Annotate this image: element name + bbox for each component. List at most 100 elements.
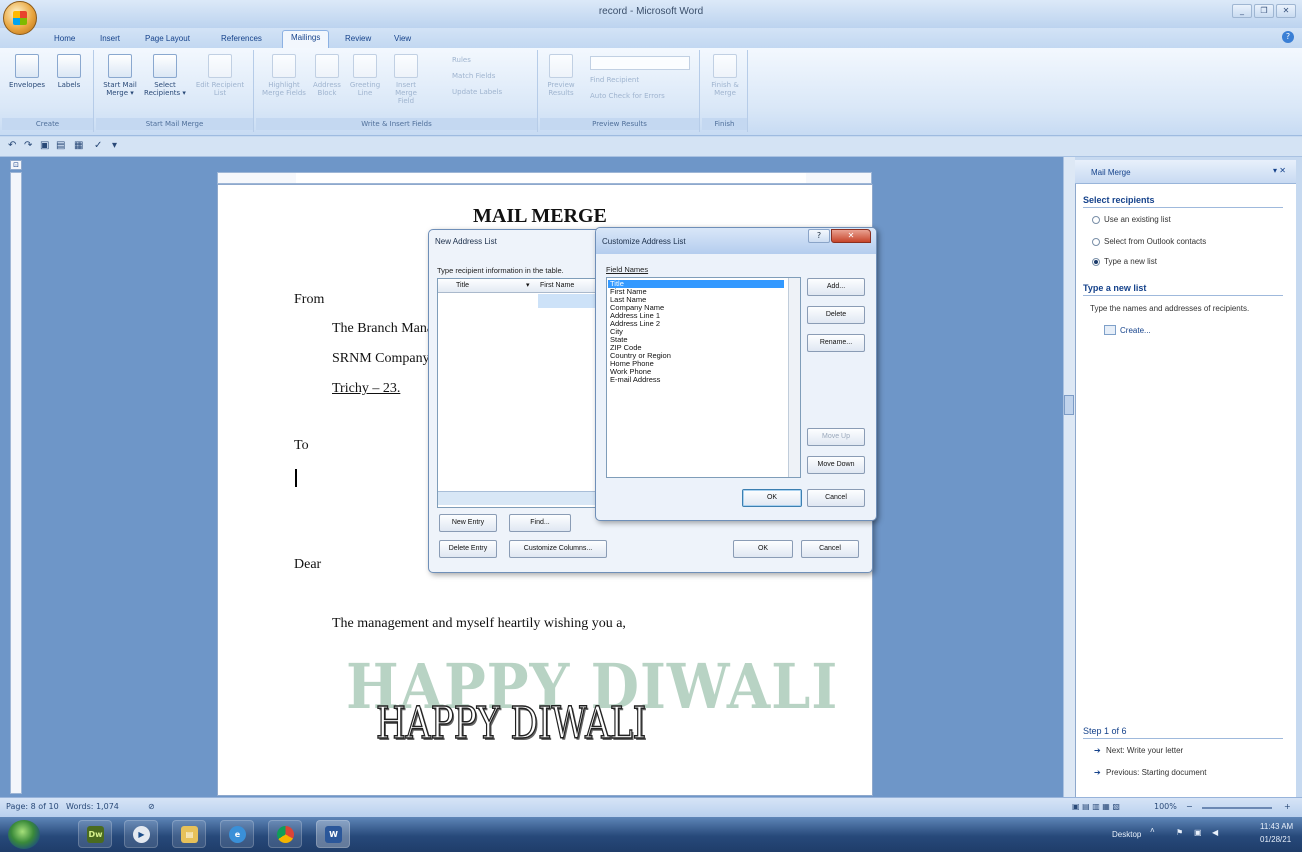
option-existing-list[interactable]: Use an existing list xyxy=(1104,215,1171,224)
document-scrollbar[interactable] xyxy=(1063,157,1075,797)
match-fields-button[interactable]: Match Fields xyxy=(452,72,495,80)
start-button[interactable] xyxy=(8,820,40,849)
task-pane-menu-icon[interactable]: ▾ ✕ xyxy=(1273,166,1286,175)
spelling-icon[interactable]: ✓ xyxy=(94,140,102,151)
update-labels-button[interactable]: Update Labels xyxy=(452,88,502,96)
greeting-line-button[interactable]: Greeting Line xyxy=(348,54,382,97)
table-hscrollbar[interactable] xyxy=(438,491,606,505)
volume-icon[interactable]: ◀ xyxy=(1212,828,1218,837)
undo-icon[interactable]: ↶ xyxy=(8,140,16,151)
move-down-button[interactable]: Move Down xyxy=(807,456,865,474)
highlight-merge-fields-button[interactable]: Highlight Merge Fields xyxy=(262,54,306,97)
group-finish: Finish & Merge Finish xyxy=(702,50,748,132)
option-outlook-contacts[interactable]: Select from Outlook contacts xyxy=(1104,237,1206,246)
help-button[interactable]: ? xyxy=(808,229,830,243)
view-buttons[interactable]: ▣ ▤ ▥ ▦ ▧ xyxy=(1072,802,1120,811)
column-first-name[interactable]: First Name xyxy=(540,282,574,289)
customize-qat-icon[interactable]: ▾ xyxy=(112,140,117,151)
taskbar-explorer[interactable]: ▤ xyxy=(172,820,206,848)
field-item[interactable]: E-mail Address xyxy=(610,376,660,384)
previous-step-link[interactable]: Previous: Starting document xyxy=(1106,768,1207,777)
tray-arrow-icon[interactable]: ˄ xyxy=(1150,826,1155,835)
column-sort-icon[interactable]: ▾ xyxy=(526,281,530,289)
listbox-scrollbar[interactable] xyxy=(788,278,800,477)
customize-ok-button[interactable]: OK xyxy=(742,489,802,507)
ruler-toggle-button[interactable]: ⊡ xyxy=(10,160,22,170)
find-recipient-button[interactable]: Find Recipient xyxy=(590,76,639,84)
clock-time[interactable]: 11:43 AM xyxy=(1260,822,1293,831)
open-icon[interactable]: ▤ xyxy=(56,140,65,151)
envelopes-button[interactable]: Envelopes xyxy=(8,54,46,89)
select-recipients-button[interactable]: Select Recipients ▾ xyxy=(142,54,188,97)
flag-icon[interactable]: ⚑ xyxy=(1176,828,1183,837)
customize-cancel-button[interactable]: Cancel xyxy=(807,489,865,507)
radio-new-list[interactable] xyxy=(1092,258,1100,266)
auto-check-errors-button[interactable]: Auto Check for Errors xyxy=(590,92,665,100)
tab-home[interactable]: Home xyxy=(46,32,83,48)
radio-outlook-contacts[interactable] xyxy=(1092,238,1100,246)
section-divider xyxy=(1083,295,1283,296)
zoom-level[interactable]: 100% xyxy=(1154,802,1177,811)
delete-entry-button[interactable]: Delete Entry xyxy=(439,540,497,558)
new-address-cancel-button[interactable]: Cancel xyxy=(801,540,859,558)
customize-columns-button[interactable]: Customize Columns... xyxy=(509,540,607,558)
zoom-in-icon[interactable]: + xyxy=(1284,802,1291,811)
word-count[interactable]: Words: 1,074 xyxy=(66,802,119,811)
print-icon[interactable]: ▦ xyxy=(74,140,83,151)
address-table[interactable]: Title ▾ First Name xyxy=(437,278,607,508)
tab-mailings[interactable]: Mailings xyxy=(282,30,330,48)
address-block-button[interactable]: Address Block xyxy=(310,54,344,97)
create-list-link[interactable]: Create... xyxy=(1120,326,1151,335)
network-icon[interactable]: ▣ xyxy=(1194,828,1202,837)
redo-icon[interactable]: ↷ xyxy=(24,140,32,151)
rename-field-button[interactable]: Rename... xyxy=(807,334,865,352)
record-navigator[interactable] xyxy=(590,56,690,70)
finish-merge-button[interactable]: Finish & Merge xyxy=(706,54,744,97)
taskbar-word[interactable]: W xyxy=(316,820,350,848)
rules-button[interactable]: Rules xyxy=(452,56,471,64)
zoom-slider[interactable] xyxy=(1202,807,1272,809)
finish-icon xyxy=(713,54,737,78)
new-entry-button[interactable]: New Entry xyxy=(439,514,497,532)
close-window-button[interactable]: ✕ xyxy=(1276,4,1296,18)
taskbar-media-player[interactable]: ▶ xyxy=(124,820,158,848)
tab-page-layout[interactable]: Page Layout xyxy=(137,32,198,48)
close-dialog-button[interactable]: ✕ xyxy=(831,229,871,243)
find-button[interactable]: Find... xyxy=(509,514,571,532)
field-names-listbox[interactable]: Title First Name Last Name Company Name … xyxy=(606,277,801,478)
next-step-link[interactable]: Next: Write your letter xyxy=(1106,746,1183,755)
option-new-list[interactable]: Type a new list xyxy=(1104,257,1157,266)
taskbar-dreamweaver[interactable]: Dw xyxy=(78,820,112,848)
zoom-out-icon[interactable]: − xyxy=(1186,802,1193,811)
page-count[interactable]: Page: 8 of 10 xyxy=(6,802,59,811)
preview-results-button[interactable]: Preview Results xyxy=(544,54,578,97)
delete-field-button[interactable]: Delete xyxy=(807,306,865,324)
insert-merge-field-button[interactable]: Insert Merge Field xyxy=(386,54,426,105)
tab-view[interactable]: View xyxy=(386,32,419,48)
tab-insert[interactable]: Insert xyxy=(92,32,128,48)
scrollbar-thumb[interactable] xyxy=(1064,395,1074,415)
move-up-button[interactable]: Move Up xyxy=(807,428,865,446)
labels-button[interactable]: Labels xyxy=(50,54,88,89)
add-field-button[interactable]: Add... xyxy=(807,278,865,296)
step-indicator: Step 1 of 6 xyxy=(1083,726,1127,736)
taskbar-ie[interactable]: e xyxy=(220,820,254,848)
start-mail-merge-button[interactable]: Start Mail Merge ▾ xyxy=(102,54,138,97)
minimize-button[interactable]: _ xyxy=(1232,4,1252,18)
taskbar-chrome[interactable] xyxy=(268,820,302,848)
radio-existing-list[interactable] xyxy=(1092,216,1100,224)
help-icon[interactable]: ? xyxy=(1282,31,1294,43)
edit-recipient-list-button[interactable]: Edit Recipient List xyxy=(192,54,248,97)
clock-date[interactable]: 01/28/21 xyxy=(1260,835,1291,844)
tab-references[interactable]: References xyxy=(213,32,270,48)
office-button[interactable] xyxy=(3,1,37,35)
wordart-main[interactable]: HAPPY DIWALI xyxy=(375,697,646,750)
proofing-icon[interactable]: ⊘ xyxy=(148,802,155,811)
restore-button[interactable]: ❐ xyxy=(1254,4,1274,18)
ribbon: Envelopes Labels Create Start Mail Merge… xyxy=(0,48,1302,136)
tab-review[interactable]: Review xyxy=(337,32,379,48)
new-address-ok-button[interactable]: OK xyxy=(733,540,793,558)
save-icon[interactable]: ▣ xyxy=(40,140,49,151)
desktop-toolbar[interactable]: Desktop xyxy=(1112,830,1141,839)
column-title[interactable]: Title xyxy=(456,282,469,289)
